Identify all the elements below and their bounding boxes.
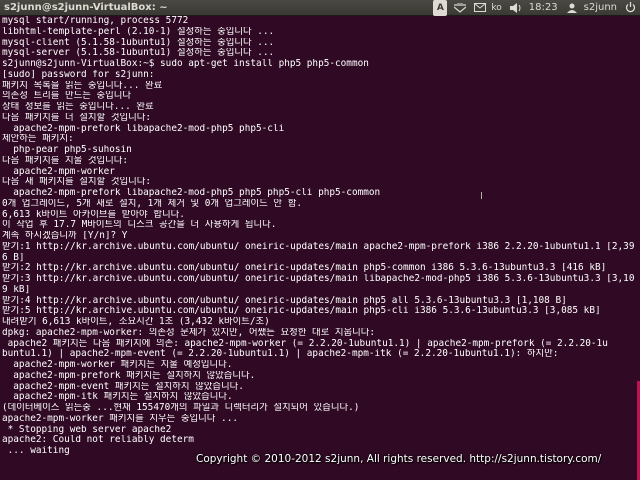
terminal-line: 6 B] <box>2 252 25 263</box>
terminal-line: 다음 패키지를 지울 것입니다: <box>2 155 129 166</box>
terminal-line: 다음 새 패키지를 설치할 것입니다: <box>2 177 151 188</box>
terminal-line: 의존성 트리를 만드는 중입니다 <box>2 91 132 102</box>
terminal-line: 다음 패키지를 더 설치할 것입니다: <box>2 112 151 123</box>
window-title: s2junn@s2junn-VirtualBox: ~ <box>4 2 168 13</box>
terminal-line: apache2-mpm-event 패키지는 설치하지 않았습니다. <box>2 381 244 392</box>
mail-icon[interactable] <box>473 0 487 16</box>
terminal-line: php-pear php5-suhosin <box>2 145 132 155</box>
terminal-line: apache2 패키지는 다음 패키지에 의존: apache2-mpm-wor… <box>2 338 608 349</box>
terminal-line: * Stopping web server apache2 <box>2 424 172 435</box>
terminal-line: 받기:2 http://kr.archive.ubuntu.com/ubuntu… <box>2 263 607 274</box>
terminal-line: 제안하는 패키지: <box>2 134 74 145</box>
terminal-line: libhtml-template-perl (2.10-1) 설정하는 중입니다… <box>2 26 275 37</box>
terminal-line: [sudo] password for s2junn: <box>2 69 155 80</box>
copyright-watermark: Copyright © 2010-2012 s2junn, All rights… <box>196 453 602 465</box>
power-icon[interactable] <box>623 0 637 16</box>
terminal-line: 받기:5 http://kr.archive.ubuntu.com/ubuntu… <box>2 306 601 317</box>
clock[interactable]: 18:23 <box>529 0 558 16</box>
terminal-line: 9 kB] <box>2 284 31 295</box>
volume-icon[interactable] <box>509 0 523 16</box>
terminal-line: dpkg: apache2-mpm-worker: 의존성 문제가 있지만, 어… <box>2 327 376 338</box>
terminal-line: apache2-mpm-worker <box>2 166 115 177</box>
terminal-line: apache2-mpm-worker 패키지는 지울 예정입니다. <box>2 360 233 370</box>
terminal-line: buntu1.1) | apache2-mpm-event (= 2.2.20-… <box>2 349 559 360</box>
terminal-line: mysql-server (5.1.58-1ubuntu1) 설정하는 중입니다… <box>2 48 275 59</box>
terminal-line: 받기:3 http://kr.archive.ubuntu.com/ubuntu… <box>2 274 635 284</box>
accessibility-indicator-icon[interactable]: A <box>433 0 448 16</box>
terminal-line: 0개 업그레이드, 5개 새로 설치, 1개 제거 및 0개 업그레이드 안 함… <box>2 198 302 209</box>
terminal-line: mysql start/running, process 5772 <box>2 16 189 26</box>
system-tray: A ko 18:23 s2junn <box>433 0 640 16</box>
terminal-line: mysql-client (5.1.58-1ubuntu1) 설정하는 중입니다… <box>2 37 275 48</box>
terminal-line: 이 작업 후 17.7 M바이트의 디스크 공간을 더 사용하게 됩니다. <box>2 220 277 231</box>
terminal-line: apache2-mpm-prefork libapache2-mod-php5 … <box>2 123 285 134</box>
terminal-line: 내려받기 6,613 k바이트, 소요시간 1초 (3,432 k바이트/초) <box>2 317 270 327</box>
terminal-line: 받기:1 http://kr.archive.ubuntu.com/ubuntu… <box>2 241 635 252</box>
top-panel: s2junn@s2junn-VirtualBox: ~ A ko 18:23 s… <box>0 0 640 16</box>
user-name[interactable]: s2junn <box>584 0 617 16</box>
terminal-line: 계속 하시겠습니까 [Y/n]? Y <box>2 231 128 241</box>
terminal-area[interactable]: mysql start/running, process 5772 libhtml… <box>0 16 640 480</box>
terminal-line: 6,613 k바이트 아카이브를 받아야 합니다. <box>2 209 185 220</box>
terminal-line: apache2-mpm-prefork 패키지는 설치하지 않았습니다. <box>2 370 256 381</box>
terminal-line: apache2-mpm-prefork libapache2-mod-php5 … <box>2 188 381 198</box>
terminal-line: 받기:4 http://kr.archive.ubuntu.com/ubuntu… <box>2 295 567 306</box>
terminal-line: (데이터베이스 읽는중 ...현재 155470개의 파일과 디렉터리가 설치되… <box>2 403 360 413</box>
user-icon[interactable] <box>565 0 579 16</box>
network-icon[interactable] <box>453 0 467 16</box>
terminal-line: 상태 정보를 읽는 중입니다... 완료 <box>2 102 154 112</box>
terminal-line: 패키지 목록을 읽는 중입니다... 완료 <box>2 80 163 91</box>
terminal-line: s2junn@s2junn-VirtualBox:~$ sudo apt-get… <box>2 59 369 69</box>
keyboard-layout[interactable]: ko <box>491 0 501 16</box>
terminal-line: apache2-mpm-worker 패키지를 지우는 중입니다 ... <box>2 413 238 424</box>
terminal-output: mysql start/running, process 5772 libhtml… <box>2 16 640 457</box>
ibeam-cursor-icon: I <box>480 191 483 202</box>
terminal-line: apache2-mpm-itk 패키지는 설치하지 않았습니다. <box>2 392 233 403</box>
terminal-line: apache2: Could not reliably determ <box>2 435 194 446</box>
